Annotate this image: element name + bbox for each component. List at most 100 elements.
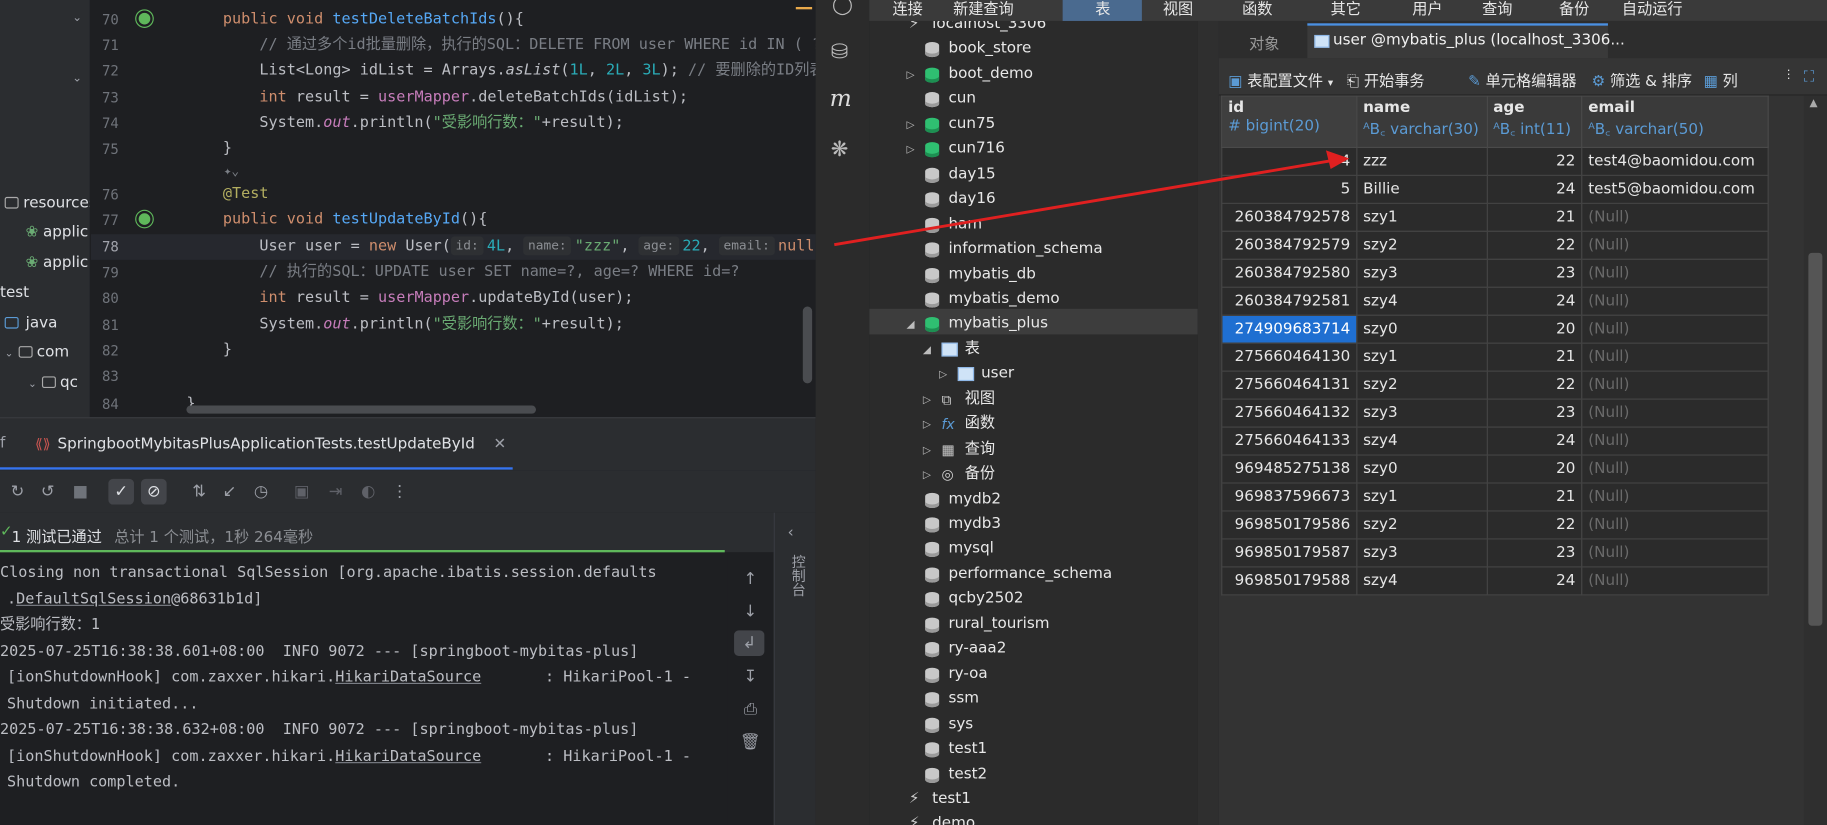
collapse-chevron-icon[interactable]: ‹ <box>788 524 794 541</box>
table-row[interactable]: 275660464130 szy1 21 (Null) <box>1221 342 1769 372</box>
chevron-down-icon[interactable]: ⌄ <box>72 12 82 25</box>
table-cell[interactable]: 24 <box>1486 566 1583 596</box>
editor-horizontal-scrollbar[interactable] <box>186 405 536 414</box>
editor-vertical-scrollbar[interactable] <box>802 306 813 384</box>
grid-vertical-scrollbar[interactable]: ▲ <box>1803 95 1827 825</box>
table-cell[interactable]: szy3 <box>1356 538 1488 568</box>
menu-item[interactable]: 备份 <box>1559 0 1589 19</box>
menu-item[interactable]: 自动运行 <box>1622 0 1683 19</box>
table-cell[interactable]: (Null) <box>1581 454 1769 484</box>
table-row[interactable]: 969837596673 szy1 21 (Null) <box>1221 482 1769 512</box>
object-tree[interactable]: ⚡ localhost_3306 book_store ▷ boot_demo cun ▷ c… <box>869 20 1198 825</box>
collapsed-triangle-icon[interactable]: ▷ <box>923 438 931 464</box>
tree-node-information_schema[interactable]: information_schema <box>869 237 1198 263</box>
menu-item[interactable]: 新建查询 <box>953 0 1014 19</box>
tree-item-file[interactable]: ❀ applic <box>26 251 89 277</box>
tree-item-file[interactable]: ❀ applic <box>26 220 89 246</box>
table-row[interactable]: 260384792578 szy1 21 (Null) <box>1221 202 1769 232</box>
table-cell[interactable]: szy2 <box>1356 230 1488 260</box>
tree-node-xx[interactable]: ▷ ⧉ 视图 <box>869 387 1198 413</box>
table-cell[interactable]: (Null) <box>1581 510 1769 540</box>
table-cell[interactable]: (Null) <box>1581 426 1769 456</box>
scroll-up-icon[interactable]: ▲ <box>1810 98 1818 110</box>
screenshot-icon[interactable]: ▣ <box>289 479 315 505</box>
tree-item-java[interactable]: java <box>4 311 57 337</box>
tree-item-test[interactable]: test <box>0 281 29 307</box>
table-row[interactable]: 969850179588 szy4 24 (Null) <box>1221 566 1769 596</box>
tree-node-test1[interactable]: ⚡ test1 <box>869 786 1198 812</box>
table-cell[interactable]: szy2 <box>1356 370 1488 400</box>
table-cell[interactable]: 260384792578 <box>1221 202 1358 232</box>
data-grid[interactable]: id # bigint(20) name ᴬB꜀ varchar(30) age ᴬB꜀ … <box>1221 95 1769 596</box>
table-cell[interactable]: 5 <box>1221 174 1358 204</box>
table-row[interactable]: 275660464132 szy3 23 (Null) <box>1221 398 1769 428</box>
table-cell[interactable]: 260384792579 <box>1221 230 1358 260</box>
tree-node-ham[interactable]: ham <box>869 212 1198 238</box>
table-cell[interactable]: szy1 <box>1356 202 1488 232</box>
table-cell[interactable]: szy4 <box>1356 286 1488 316</box>
tree-node-day16[interactable]: day16 <box>869 187 1198 213</box>
table-cell[interactable]: szy3 <box>1356 258 1488 288</box>
console-output[interactable]: Closing non transactional SqlSession [or… <box>0 552 728 825</box>
columns-button[interactable]: ▦ 列 <box>1703 69 1737 90</box>
table-cell[interactable]: 23 <box>1486 538 1583 568</box>
table-cell[interactable]: (Null) <box>1581 538 1769 568</box>
collapsed-triangle-icon[interactable]: ▷ <box>923 463 931 489</box>
tree-node-mybatis_demo[interactable]: mybatis_demo <box>869 287 1198 313</box>
table-row[interactable]: 275660464131 szy2 22 (Null) <box>1221 370 1769 400</box>
table-cell[interactable]: 20 <box>1486 314 1583 344</box>
tree-node-mydb3[interactable]: mydb3 <box>869 512 1198 538</box>
console-link[interactable]: HikariDataSource <box>335 748 481 765</box>
menu-item[interactable]: 函数 <box>1242 0 1272 19</box>
table-cell[interactable]: 21 <box>1486 482 1583 512</box>
fullscreen-icon[interactable]: ⛶ <box>1804 69 1815 86</box>
collapsed-triangle-icon[interactable]: ▷ <box>923 388 931 414</box>
table-row[interactable]: 4 zzz 22 test4@baomidou.com <box>1221 146 1769 176</box>
menu-item[interactable]: 表 <box>1095 0 1110 19</box>
table-cell[interactable]: szy0 <box>1356 314 1488 344</box>
table-cell[interactable]: szy1 <box>1356 482 1488 512</box>
collapsed-triangle-icon[interactable]: ▷ <box>923 413 931 439</box>
table-row[interactable]: 274909683714 szy0 20 (Null) <box>1221 314 1769 344</box>
tree-node-xx[interactable]: ▷ fx 函数 <box>869 412 1198 438</box>
rerun-icon[interactable]: ↻ <box>5 479 31 505</box>
table-cell[interactable]: 275660464133 <box>1221 426 1358 456</box>
menu-item[interactable]: 查询 <box>1482 0 1512 19</box>
coverage-icon[interactable]: ◐ <box>355 479 381 505</box>
table-row[interactable]: 260384792581 szy4 24 (Null) <box>1221 286 1769 316</box>
overflow-icon[interactable]: ⋮ <box>1783 69 1795 82</box>
tree-node-ssm[interactable]: ssm <box>869 686 1198 712</box>
tab-objects[interactable]: 对象 <box>1249 31 1279 53</box>
menu-item[interactable]: 用户 <box>1412 0 1442 19</box>
table-cell[interactable]: (Null) <box>1581 482 1769 512</box>
table-cell[interactable]: test5@baomidou.com <box>1581 174 1769 204</box>
table-cell[interactable]: szy2 <box>1356 510 1488 540</box>
column-header-id[interactable]: id # bigint(20) <box>1221 95 1358 148</box>
table-cell[interactable]: 24 <box>1486 174 1583 204</box>
tree-item-com[interactable]: ⌄ com <box>5 340 69 366</box>
scroll-to-end-icon[interactable]: ↧ <box>738 664 764 690</box>
table-cell[interactable]: szy3 <box>1356 398 1488 428</box>
table-cell[interactable]: (Null) <box>1581 286 1769 316</box>
console-link[interactable]: HikariDataSource <box>335 669 481 686</box>
run-test-icon[interactable] <box>136 210 153 228</box>
table-cell[interactable]: Billie <box>1356 174 1488 204</box>
table-cell[interactable]: szy4 <box>1356 426 1488 456</box>
table-cell[interactable]: 969850179586 <box>1221 510 1358 540</box>
collapsed-triangle-icon[interactable]: ▷ <box>907 113 915 139</box>
tree-node-mybatis_db[interactable]: mybatis_db <box>869 262 1198 288</box>
table-cell[interactable]: 20 <box>1486 454 1583 484</box>
tree-node-test2[interactable]: test2 <box>869 761 1198 787</box>
model-icon[interactable]: ❋ <box>831 137 849 161</box>
tree-node-user[interactable]: ▷ user <box>869 362 1198 388</box>
table-cell[interactable]: 275660464130 <box>1221 342 1358 372</box>
table-cell[interactable]: 21 <box>1486 202 1583 232</box>
collapsed-triangle-icon[interactable]: ▷ <box>907 138 915 164</box>
tree-node-boot_demo[interactable]: ▷ boot_demo <box>869 62 1198 88</box>
more-options-icon[interactable]: ⋮ <box>387 479 413 505</box>
import-tests-icon[interactable]: ↙ <box>217 479 243 505</box>
table-row[interactable]: 5 Billie 24 test5@baomidou.com <box>1221 174 1769 204</box>
table-cell[interactable]: 22 <box>1486 146 1583 176</box>
tree-item-resources[interactable]: resources <box>4 191 90 217</box>
table-cell[interactable]: 23 <box>1486 398 1583 428</box>
